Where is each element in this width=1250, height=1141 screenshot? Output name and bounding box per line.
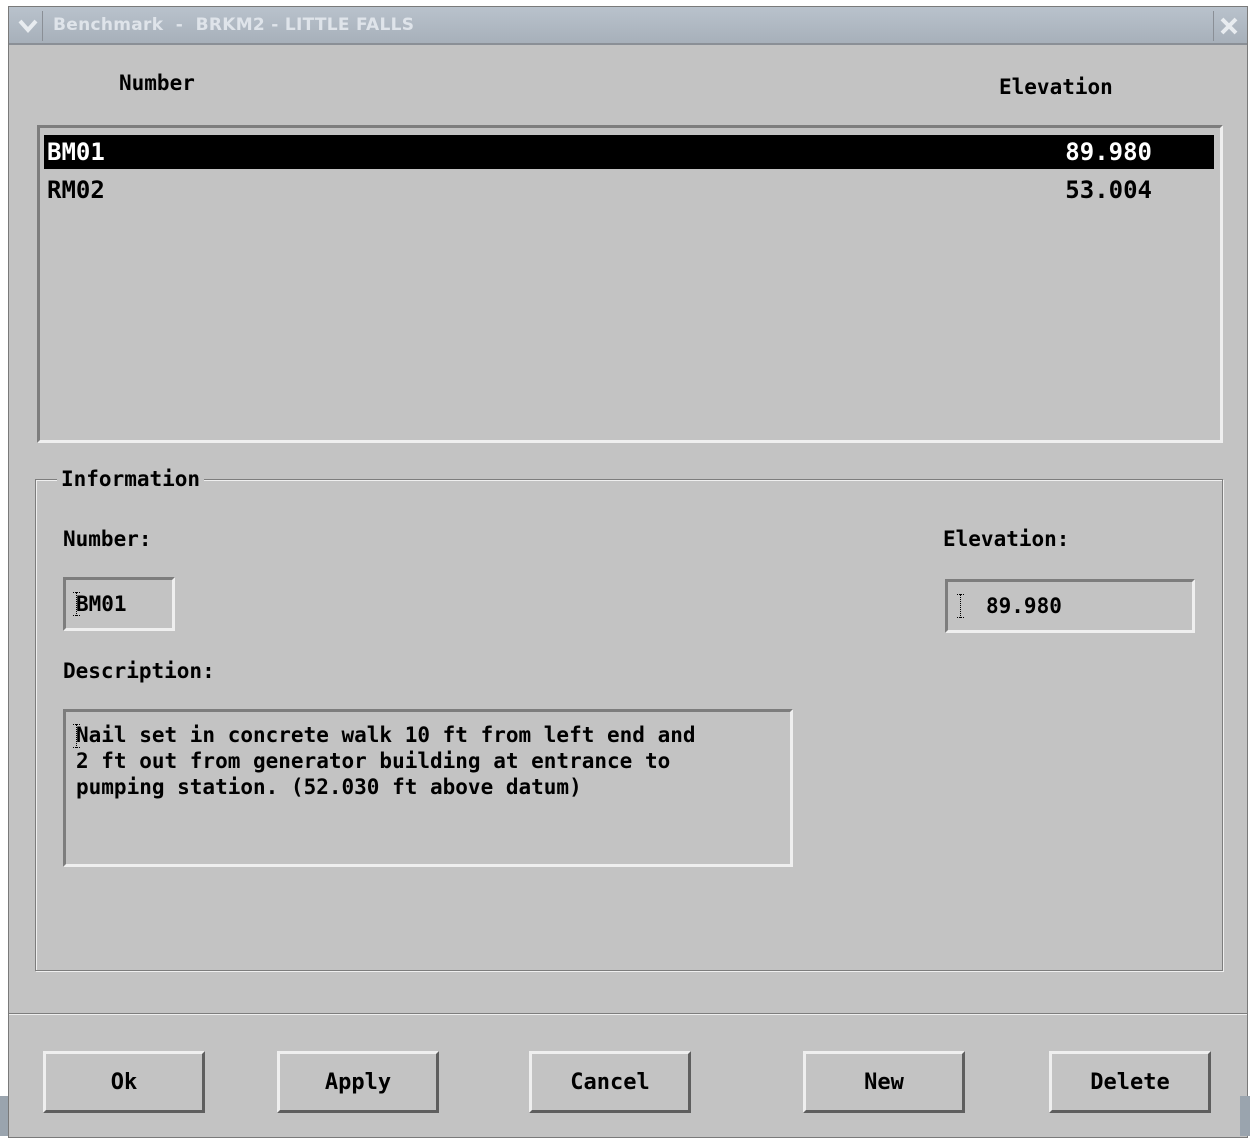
window-frame-right xyxy=(1240,1096,1250,1136)
elevation-value: 89.980 xyxy=(986,594,1062,618)
title-bar[interactable]: Benchmark - BRKM2 - LITTLE FALLS xyxy=(9,7,1247,45)
list-item-number: RM02 xyxy=(47,176,105,204)
description-value: Nail set in concrete walk 10 ft from lef… xyxy=(76,723,696,799)
description-field[interactable]: Nail set in concrete walk 10 ft from lef… xyxy=(63,709,793,867)
list-item-bm01[interactable]: BM01 89.980 xyxy=(44,135,1214,169)
list-header-elevation: Elevation xyxy=(999,75,1113,99)
list-item-rm02[interactable]: RM02 53.004 xyxy=(44,173,1214,207)
benchmark-dialog: Benchmark - BRKM2 - LITTLE FALLS Number … xyxy=(8,6,1248,1138)
delete-button[interactable]: Delete xyxy=(1049,1051,1211,1113)
chevron-down-icon[interactable] xyxy=(13,11,43,41)
elevation-label: Elevation: xyxy=(943,527,1070,551)
list-item-elevation: 89.980 xyxy=(1065,138,1152,166)
list-header-number: Number xyxy=(119,71,195,95)
window-title: Benchmark - BRKM2 - LITTLE FALLS xyxy=(53,15,415,35)
window-frame-left xyxy=(0,1096,8,1136)
number-label: Number: xyxy=(63,527,152,551)
new-button[interactable]: New xyxy=(803,1051,965,1113)
elevation-field[interactable]: 89.980 xyxy=(945,579,1195,633)
cancel-button[interactable]: Cancel xyxy=(529,1051,691,1113)
description-label: Description: xyxy=(63,659,215,683)
list-item-elevation: 53.004 xyxy=(1065,176,1152,204)
list-item-number: BM01 xyxy=(47,138,105,166)
text-cursor-icon xyxy=(957,594,966,618)
number-field[interactable]: BM01 xyxy=(63,577,175,631)
ok-button[interactable]: Ok xyxy=(43,1051,205,1113)
button-separator xyxy=(9,1013,1247,1015)
close-icon[interactable] xyxy=(1213,11,1243,41)
apply-button[interactable]: Apply xyxy=(277,1051,439,1113)
information-legend: Information xyxy=(57,467,205,491)
benchmark-list[interactable]: BM01 89.980 RM02 53.004 xyxy=(37,125,1223,443)
number-value: BM01 xyxy=(76,592,127,616)
